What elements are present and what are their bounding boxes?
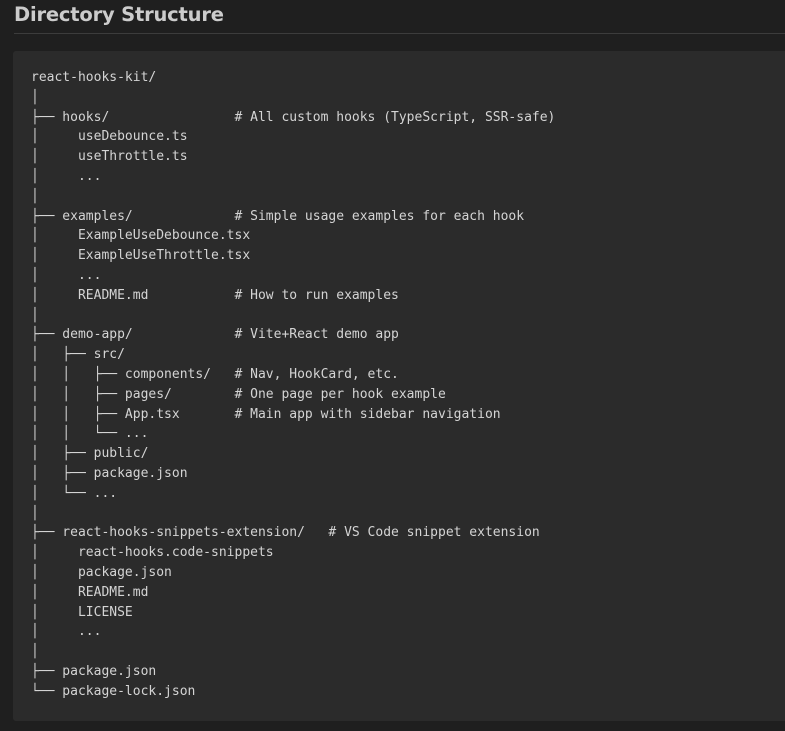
tree-line: │ package.json — [31, 564, 172, 580]
tree-line: │ — [31, 505, 39, 521]
tree-line: │ README.md # How to run examples — [31, 287, 399, 303]
tree-line: │ — [31, 89, 39, 105]
tree-line: │ ├── package.json — [31, 465, 188, 481]
tree-line: │ └── ... — [31, 485, 118, 501]
tree-line: ├── hooks/ # All custom hooks (TypeScrip… — [31, 109, 556, 125]
tree-line: │ ExampleUseDebounce.tsx — [31, 228, 251, 244]
section-heading: Directory Structure — [14, 3, 224, 26]
heading-divider — [14, 33, 785, 34]
tree-line: │ ├── src/ — [31, 347, 125, 363]
tree-line: │ │ ├── App.tsx # Main app with sidebar … — [31, 406, 501, 422]
tree-line: │ useDebounce.ts — [31, 129, 188, 145]
tree-line: │ — [31, 188, 39, 204]
tree-line: │ ├── public/ — [31, 446, 149, 462]
tree-line: ├── demo-app/ # Vite+React demo app — [31, 327, 399, 343]
tree-line: │ LICENSE — [31, 604, 133, 620]
page: Directory Structure react-hooks-kit/ │ ├──… — [0, 0, 785, 731]
tree-line: │ useThrottle.ts — [31, 149, 188, 165]
tree-line: react-hooks-kit/ — [31, 70, 157, 85]
tree-line: │ — [31, 307, 39, 323]
tree-line: │ ... — [31, 267, 102, 283]
tree-line: │ ... — [31, 624, 102, 640]
directory-tree: react-hooks-kit/ │ ├── hooks/ # All custom… — [31, 68, 555, 702]
tree-line: ├── examples/ # Simple usage examples fo… — [31, 208, 525, 224]
tree-line: │ react-hooks.code-snippets — [31, 545, 274, 561]
tree-line: │ │ ├── components/ # Nav, HookCard, etc… — [31, 366, 399, 382]
tree-line: │ ExampleUseThrottle.tsx — [31, 248, 251, 264]
tree-line: │ — [31, 644, 39, 660]
tree-line: ├── package.json — [31, 663, 157, 679]
code-block: react-hooks-kit/ │ ├── hooks/ # All custom… — [13, 51, 785, 721]
tree-line: │ README.md — [31, 584, 149, 600]
tree-line: │ ... — [31, 168, 102, 184]
tree-line: └── package-lock.json — [31, 683, 196, 699]
tree-line: ├── react-hooks-snippets-extension/ # VS… — [31, 525, 540, 541]
tree-line: │ │ └── ... — [31, 426, 149, 442]
tree-line: │ │ ├── pages/ # One page per hook examp… — [31, 386, 446, 402]
